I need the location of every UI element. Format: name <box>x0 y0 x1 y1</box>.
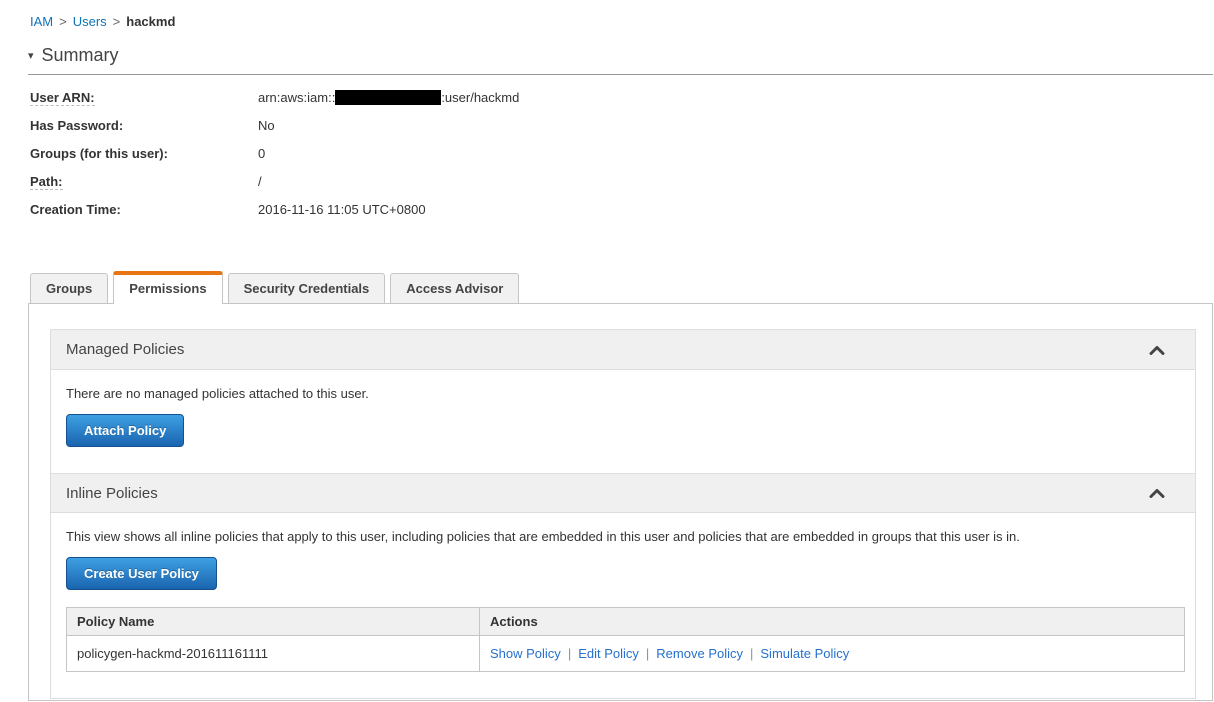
collapse-chevron-icon[interactable] <box>1149 345 1165 355</box>
edit-policy-link[interactable]: Edit Policy <box>578 646 639 661</box>
user-arn-label: User ARN: <box>30 90 95 106</box>
attach-policy-button[interactable]: Attach Policy <box>66 414 185 447</box>
collapse-caret-icon[interactable]: ▾ <box>28 49 34 62</box>
tab-bar: Groups Permissions Security Credentials … <box>30 271 1213 304</box>
inline-policies-header[interactable]: Inline Policies <box>51 473 1195 513</box>
collapse-chevron-icon[interactable] <box>1149 488 1165 498</box>
remove-policy-link[interactable]: Remove Policy <box>656 646 743 661</box>
redaction-box <box>335 90 442 105</box>
simulate-policy-link[interactable]: Simulate Policy <box>760 646 849 661</box>
groups-value: 0 <box>258 146 266 161</box>
policy-actions-cell: Show Policy | Edit Policy | Remove Policy | Si… <box>479 635 1185 672</box>
managed-policies-header[interactable]: Managed Policies <box>51 330 1195 370</box>
tab-permissions[interactable]: Permissions <box>113 271 223 304</box>
summary-row-has-password: Has Password: No <box>30 117 1213 135</box>
tab-access-advisor[interactable]: Access Advisor <box>390 273 520 303</box>
tab-security-credentials[interactable]: Security Credentials <box>227 273 386 303</box>
breadcrumb-link-iam[interactable]: IAM <box>30 14 53 29</box>
summary-row-creation-time: Creation Time: 2016-11-16 11:05 UTC+0800 <box>30 201 1213 219</box>
inline-policies-body: This view shows all inline policies that… <box>51 513 1195 698</box>
inline-policies-title: Inline Policies <box>66 484 158 502</box>
summary-row-path: Path: / <box>30 173 1213 191</box>
creation-time-label: Creation Time: <box>30 202 121 217</box>
policy-name-cell: policygen-hackmd-201611161111 <box>66 635 480 672</box>
managed-policies-empty-message: There are no managed policies attached t… <box>66 386 369 401</box>
summary-row-groups: Groups (for this user): 0 <box>30 145 1213 163</box>
user-arn-value: arn:aws:iam:::user/hackmd <box>258 90 520 105</box>
breadcrumb: IAM > Users > hackmd <box>28 14 1213 29</box>
path-label: Path: <box>30 174 63 190</box>
action-separator: | <box>567 646 572 661</box>
table-row: policygen-hackmd-201611161111 Show Polic… <box>66 635 1185 672</box>
groups-label: Groups (for this user): <box>30 146 168 161</box>
summary-section-header[interactable]: ▾ Summary <box>28 45 1213 75</box>
managed-policies-body: There are no managed policies attached t… <box>51 370 1195 473</box>
table-header-row: Policy Name Actions <box>66 607 1185 636</box>
create-user-policy-button[interactable]: Create User Policy <box>66 557 217 590</box>
action-separator: | <box>750 646 754 661</box>
action-separator: | <box>645 646 650 661</box>
breadcrumb-current-user: hackmd <box>126 14 176 29</box>
tab-groups[interactable]: Groups <box>30 273 109 303</box>
creation-time-value: 2016-11-16 11:05 UTC+0800 <box>258 202 426 217</box>
inline-policies-description: This view shows all inline policies that… <box>66 529 1020 544</box>
breadcrumb-separator: > <box>59 14 67 29</box>
path-value: / <box>258 174 262 189</box>
show-policy-link[interactable]: Show Policy <box>490 646 561 661</box>
breadcrumb-separator: > <box>112 14 121 29</box>
breadcrumb-link-users[interactable]: Users <box>73 14 107 29</box>
summary-rows: User ARN: arn:aws:iam:::user/hackmd Has … <box>30 89 1213 219</box>
managed-policies-title: Managed Policies <box>66 341 185 358</box>
has-password-label: Has Password: <box>30 118 124 133</box>
permissions-tab-panel: Managed Policies There are no managed po… <box>28 303 1213 701</box>
summary-row-user-arn: User ARN: arn:aws:iam:::user/hackmd <box>30 89 1213 107</box>
column-header-policy-name: Policy Name <box>66 607 480 636</box>
summary-title: Summary <box>41 45 119 65</box>
inline-policies-table: Policy Name Actions policygen-hackmd-201… <box>66 607 1185 672</box>
has-password-value: No <box>258 118 275 133</box>
column-header-actions: Actions <box>479 607 1185 636</box>
